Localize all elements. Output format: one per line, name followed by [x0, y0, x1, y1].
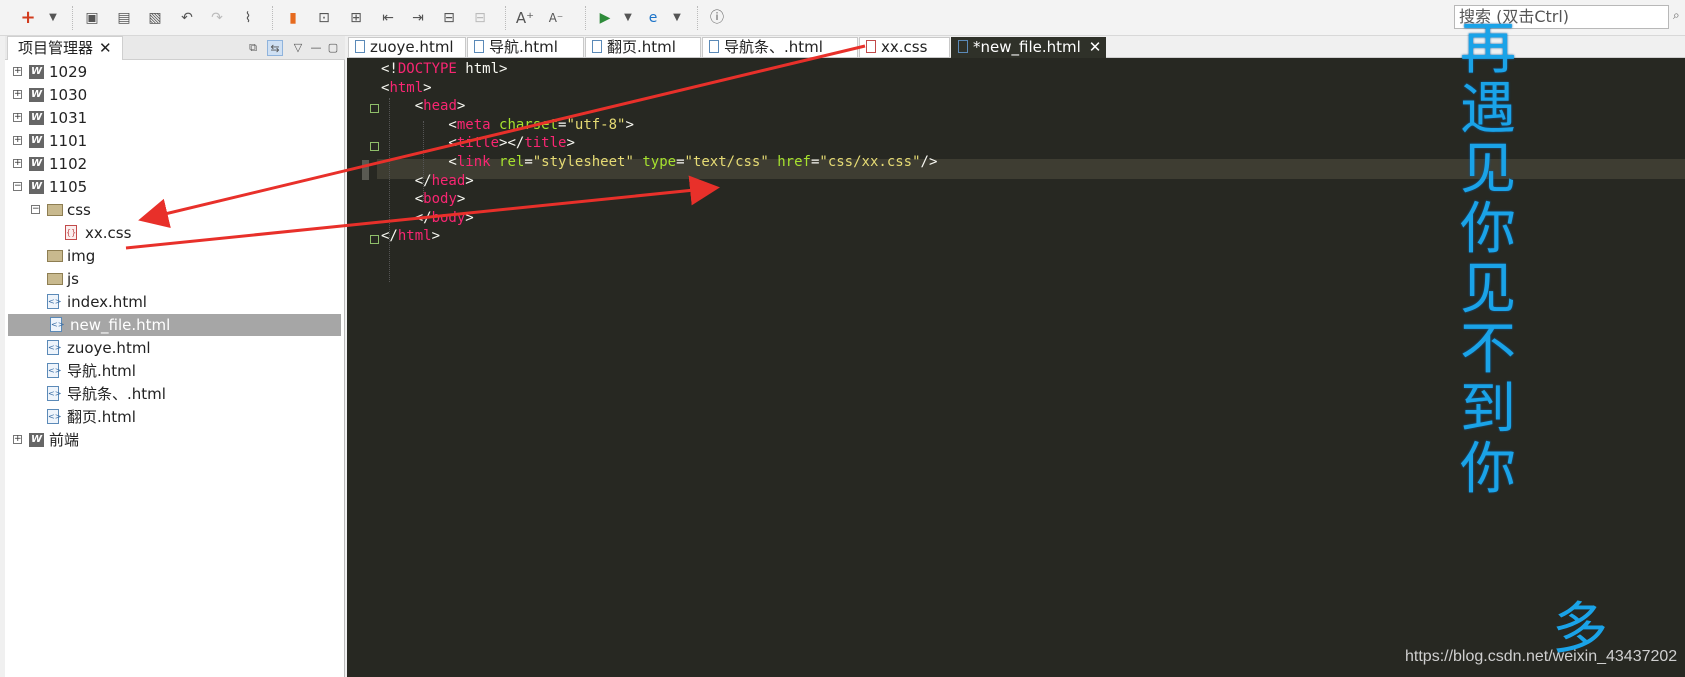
overlay-char: 见 — [1460, 257, 1516, 322]
arrow-to-css-folder — [138, 44, 866, 228]
overlay-char: 到 — [1460, 377, 1516, 442]
overlay-char: 见 — [1460, 137, 1516, 202]
annotation-arrows — [125, 44, 866, 250]
overlay-char: 你 — [1460, 437, 1516, 502]
overlay-char: 再 — [1460, 17, 1516, 82]
overlay-char: 遇 — [1460, 77, 1516, 142]
arrow-to-href — [125, 175, 720, 250]
vertical-overlay-text: 再遇见你见不到你 — [1456, 20, 1520, 500]
app-window: + ▼ ▣ ▤ ▧ ↶ ↷ ⌇ ▮ ⊡ ⊞ ⇤ ⇥ ⊟ ⊟ A⁺ A⁻ ▶ ▼ … — [0, 0, 1685, 677]
overlay-char: 不 — [1460, 317, 1516, 382]
overlay-char: 你 — [1460, 197, 1516, 262]
watermark: https://blog.csdn.net/weixin_43437202 — [1405, 648, 1678, 665]
